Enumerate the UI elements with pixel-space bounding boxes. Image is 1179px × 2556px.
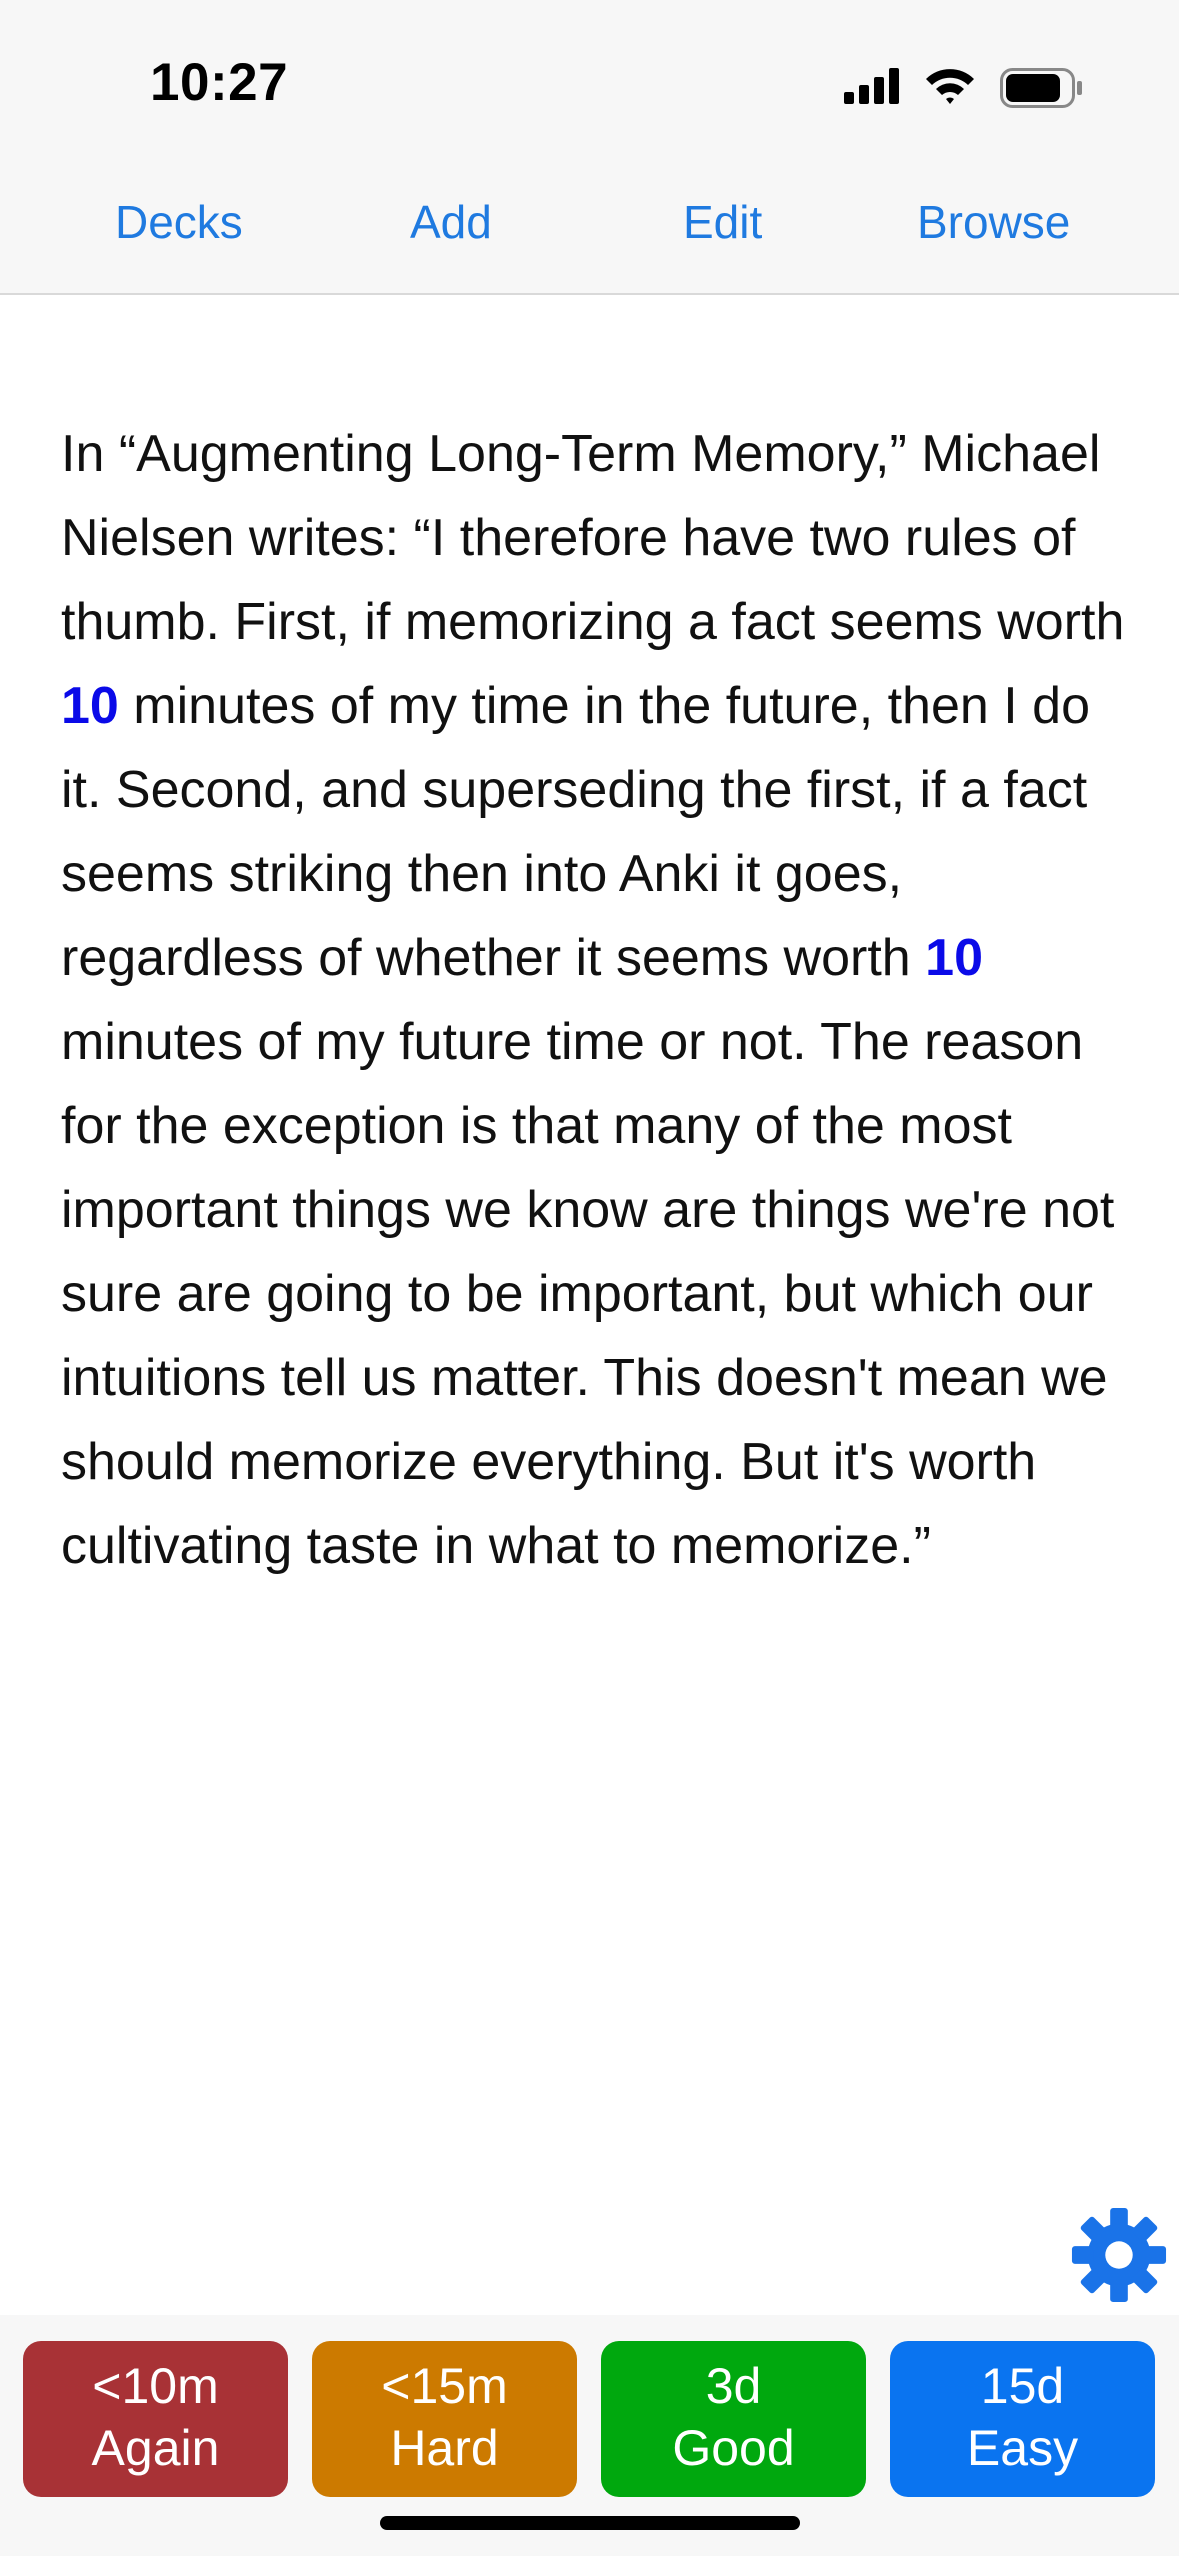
- home-indicator: [380, 2516, 800, 2530]
- again-interval: <10m: [92, 2358, 219, 2414]
- top-bar: 10:27 Decks Add Edit Browse: [0, 0, 1179, 295]
- easy-interval: 15d: [980, 2358, 1065, 2414]
- nav-bar: Decks Add Edit Browse: [0, 195, 1179, 261]
- card-text-segment: minutes of my future time or not. The re…: [61, 1013, 1115, 1575]
- hard-interval: <15m: [381, 2358, 508, 2414]
- again-button[interactable]: <10m Again: [23, 2341, 288, 2497]
- cloze-answer: 10: [925, 929, 983, 987]
- card-content: In “Augmenting Long-Term Memory,” Michae…: [61, 412, 1141, 1588]
- status-time: 10:27: [150, 53, 289, 112]
- cloze-answer: 10: [61, 677, 119, 735]
- cellular-signal-icon: [844, 68, 899, 104]
- nav-edit-button[interactable]: Edit: [683, 195, 762, 249]
- battery-icon: [1000, 68, 1082, 108]
- good-button[interactable]: 3d Good: [601, 2341, 866, 2497]
- nav-add-button[interactable]: Add: [410, 195, 492, 249]
- again-label: Again: [91, 2420, 220, 2476]
- nav-browse-button[interactable]: Browse: [917, 195, 1070, 249]
- status-icons: [844, 62, 1084, 112]
- good-label: Good: [672, 2420, 795, 2476]
- easy-button[interactable]: 15d Easy: [890, 2341, 1155, 2497]
- card-text-segment: In “Augmenting Long-Term Memory,” Michae…: [61, 425, 1125, 651]
- gear-icon[interactable]: [1070, 2206, 1168, 2304]
- good-interval: 3d: [705, 2358, 762, 2414]
- nav-decks-button[interactable]: Decks: [115, 195, 243, 249]
- hard-button[interactable]: <15m Hard: [312, 2341, 577, 2497]
- hard-label: Hard: [390, 2420, 499, 2476]
- easy-label: Easy: [966, 2420, 1079, 2476]
- wifi-icon: [926, 69, 974, 104]
